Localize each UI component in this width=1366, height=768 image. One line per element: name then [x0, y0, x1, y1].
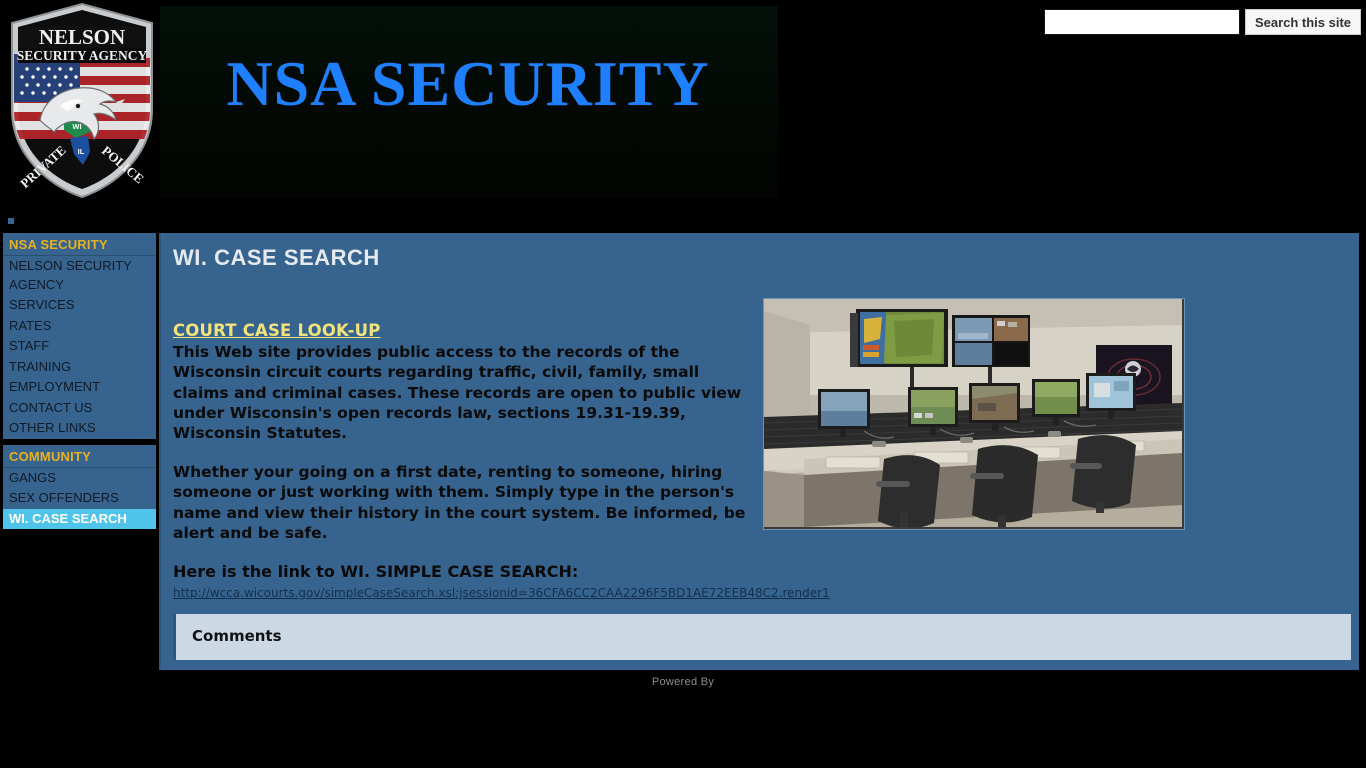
case-search-link-heading: Here is the link to WI. SIMPLE CASE SEAR… [173, 562, 579, 582]
comments-section[interactable]: Comments [173, 614, 1351, 660]
article-paragraph-1-text: This Web site provides public access to … [173, 343, 742, 443]
main-content-panel: WI. CASE SEARCH COURT CASE LOOK-UP This … [159, 233, 1359, 670]
sidebar-nav: NSA SECURITY NELSON SECURITY AGENCY SERV… [3, 233, 156, 535]
comments-label: Comments [192, 627, 282, 645]
badge-top-text: NELSON [39, 25, 125, 49]
badge-state-il-label: IL [78, 147, 85, 156]
sidebar-item-staff[interactable]: STAFF [3, 336, 156, 357]
search-input[interactable] [1044, 9, 1240, 35]
site-header: NELSON SECURITY AGENCY PRIVATE POLICE WI… [0, 0, 1366, 205]
article-paragraph-1: COURT CASE LOOK-UP This Web site provide… [173, 321, 753, 443]
badge-sub-text: SECURITY AGENCY [17, 48, 148, 63]
sidebar-item-rates[interactable]: RATES [3, 316, 156, 337]
sidebar-item-gangs[interactable]: GANGS [3, 468, 156, 489]
sidebar-section-community: COMMUNITY GANGS SEX OFFENDERS WI. CASE S… [3, 444, 156, 529]
sidebar-item-training[interactable]: TRAINING [3, 357, 156, 378]
sidebar-item-contact-us[interactable]: CONTACT US [3, 398, 156, 419]
article-body: COURT CASE LOOK-UP This Web site provide… [173, 321, 830, 603]
security-control-room-photo [763, 298, 1185, 530]
sidebar-section-title-nsa-security: NSA SECURITY [3, 233, 156, 256]
site-title: NSA SECURITY [226, 48, 710, 119]
site-banner: NSA SECURITY [160, 6, 778, 198]
sidebar-item-other-links[interactable]: OTHER LINKS [3, 418, 156, 439]
nelson-security-agency-badge-icon: NELSON SECURITY AGENCY PRIVATE POLICE WI… [4, 2, 160, 198]
court-case-lookup-heading: COURT CASE LOOK-UP [173, 321, 381, 340]
powered-by-text: Powered By [651, 676, 715, 688]
article-paragraph-2: Whether your going on a first date, rent… [173, 463, 746, 542]
header-divider-marker [8, 218, 14, 224]
wi-simple-case-search-link[interactable]: http://wcca.wicourts.gov/simpleCaseSearc… [173, 583, 830, 603]
sidebar-item-services[interactable]: SERVICES [3, 295, 156, 316]
search-this-site-button[interactable]: Search this site [1245, 9, 1361, 35]
page-title: WI. CASE SEARCH [173, 245, 380, 270]
badge-state-wi-label: WI [72, 122, 81, 131]
sidebar-item-nelson-security-agency[interactable]: NELSON SECURITY AGENCY [3, 256, 156, 295]
sidebar-section-nsa-security: NSA SECURITY NELSON SECURITY AGENCY SERV… [3, 233, 156, 439]
sidebar-item-wi-case-search[interactable]: WI. CASE SEARCH [3, 508, 156, 529]
site-search: Search this site [1042, 8, 1366, 38]
site-footer: Powered By [0, 670, 1366, 768]
page-root: NELSON SECURITY AGENCY PRIVATE POLICE WI… [0, 0, 1366, 768]
sidebar-section-title-community: COMMUNITY [3, 445, 156, 468]
sidebar-item-employment[interactable]: EMPLOYMENT [3, 377, 156, 398]
sidebar-item-sex-offenders[interactable]: SEX OFFENDERS [3, 488, 156, 509]
